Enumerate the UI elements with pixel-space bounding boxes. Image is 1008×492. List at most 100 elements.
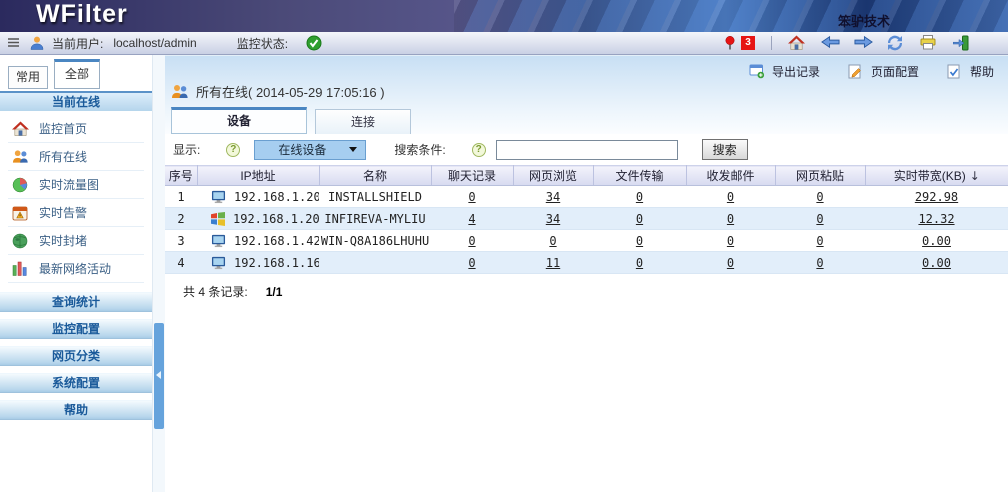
table-row: 3 192.168.1.42 WIN-Q8A186LHUHU 0 0 0 0 0… [165,230,1008,252]
content-tabs: 设备 连接 [171,107,411,134]
device-name [319,252,431,274]
display-help-icon[interactable]: ? [226,143,240,157]
paste-count-link[interactable]: 0 [816,190,823,204]
col-header-bandwidth[interactable]: 实时带宽(KB)↓ [865,166,1008,186]
search-button[interactable]: 搜索 [702,139,748,160]
sidebar-section-query-stats[interactable]: 查询统计 [0,292,152,312]
col-header-name[interactable]: 名称 [319,166,431,186]
content: 导出记录 页面配置 帮助 [165,55,1008,492]
users-icon [12,149,29,165]
mail-count-link[interactable]: 0 [727,256,734,270]
alert-count-badge: 3 [741,36,755,50]
col-header-file[interactable]: 文件传输 [593,166,686,186]
sidebar-menu: 监控首页 所有在线 实时流量图 [0,111,152,283]
sidebar-item-realtime-alert[interactable]: 实时告警 [8,199,144,227]
chat-count-link[interactable]: 0 [468,234,475,248]
display-mode-dropdown[interactable]: 在线设备 [254,140,366,160]
alert-pin[interactable]: 3 [722,35,755,51]
bandwidth-link[interactable]: 292.98 [915,190,958,204]
page-title: 所有在线( 2014-05-29 17:05:16 ) [196,82,385,101]
user-icon [29,35,46,51]
sidebar-item-realtime-block[interactable]: 实时封堵 [8,227,144,255]
table-row: 4 192.168.1.165 0 11 0 0 0 0.00 [165,252,1008,274]
filter-row: 显示: ? 在线设备 搜索条件: ? 搜索 [165,134,1008,165]
col-header-index[interactable]: 序号 [165,166,197,186]
chat-count-link[interactable]: 0 [468,190,475,204]
online-devices-table: 序号 IP地址 名称 聊天记录 网页浏览 文件传输 收发邮件 网页粘贴 实时带宽… [165,165,1008,274]
file-count-link[interactable]: 0 [636,256,643,270]
bandwidth-link[interactable]: 0.00 [922,256,951,270]
tab-devices[interactable]: 设备 [171,107,307,134]
menu-hamburger-icon[interactable] [6,35,23,51]
display-label: 显示: [173,141,200,158]
alert-icon [12,205,29,221]
pin-icon [722,35,739,51]
status-bar: 当前用户: localhost/admin 监控状态: 3 [0,32,1008,55]
mail-count-link[interactable]: 0 [727,212,734,226]
sidebar-item-label: 所有在线 [39,148,87,165]
device-name: WIN-Q8A186LHUHU [319,230,431,252]
sidebar-sections: 查询统计 监控配置 网页分类 系统配置 帮助 [0,292,152,420]
content-header: 导出记录 页面配置 帮助 [165,55,1008,134]
sidebar-tabs: 常用 全部 [0,55,152,89]
web-count-link[interactable]: 34 [546,190,560,204]
sidebar-section-system-config[interactable]: 系统配置 [0,373,152,393]
chat-count-link[interactable]: 4 [468,212,475,226]
bandwidth-link[interactable]: 12.32 [918,212,954,226]
status-right: 3 [722,35,1002,51]
sidebar-item-label: 实时告警 [39,204,87,221]
tab-connections[interactable]: 连接 [315,109,411,134]
paste-count-link[interactable]: 0 [816,212,823,226]
col-header-ip[interactable]: IP地址 [197,166,319,186]
export-records-button[interactable]: 导出记录 [749,63,820,80]
sidebar-item-monitor-home[interactable]: 监控首页 [8,115,144,143]
web-count-link[interactable]: 34 [546,212,560,226]
col-header-web[interactable]: 网页浏览 [513,166,593,186]
paste-count-link[interactable]: 0 [816,234,823,248]
printer-icon[interactable] [920,35,937,51]
chat-count-link[interactable]: 0 [468,256,475,270]
back-arrow-icon[interactable] [821,35,838,51]
device-name: INFIREVA-MYLIU [319,208,431,230]
ip-address: 192.168.1.200 [233,212,319,226]
col-header-paste[interactable]: 网页粘贴 [775,166,865,186]
refresh-icon[interactable] [887,35,904,51]
sidebar-section-help[interactable]: 帮助 [0,400,152,420]
table-row: 2 192.168.1.200 INFIREVA-MYLIU 4 34 0 0 … [165,208,1008,230]
sort-desc-icon: ↓ [970,169,980,183]
sidebar-item-label: 实时封堵 [39,232,87,249]
logout-icon[interactable] [953,35,970,51]
file-count-link[interactable]: 0 [636,234,643,248]
title-row: 所有在线( 2014-05-29 17:05:16 ) [171,82,385,101]
windows-icon [211,212,225,226]
sidebar-tab-all[interactable]: 全部 [54,59,100,89]
home-icon[interactable] [788,35,805,51]
help-button[interactable]: 帮助 [947,63,994,80]
bandwidth-link[interactable]: 0.00 [922,234,951,248]
search-help-icon[interactable]: ? [472,143,486,157]
sidebar-tab-common[interactable]: 常用 [8,66,48,89]
sidebar-section-monitor-config[interactable]: 监控配置 [0,319,152,339]
paste-count-link[interactable]: 0 [816,256,823,270]
online-users-icon [171,84,188,100]
sidebar-item-latest-activity[interactable]: 最新网络活动 [8,255,144,283]
col-header-chat[interactable]: 聊天记录 [431,166,513,186]
web-count-link[interactable]: 0 [549,234,556,248]
content-toolbar: 导出记录 页面配置 帮助 [749,63,994,80]
sidebar-section-current-online[interactable]: 当前在线 [0,91,152,111]
page-config-button[interactable]: 页面配置 [848,63,919,80]
mail-count-link[interactable]: 0 [727,234,734,248]
sidebar-section-web-category[interactable]: 网页分类 [0,346,152,366]
file-count-link[interactable]: 0 [636,212,643,226]
search-input[interactable] [496,140,678,160]
sidebar-collapse-handle[interactable] [154,323,164,429]
sidebar-item-all-online[interactable]: 所有在线 [8,143,144,171]
mail-count-link[interactable]: 0 [727,190,734,204]
col-header-mail[interactable]: 收发邮件 [686,166,775,186]
web-count-link[interactable]: 11 [546,256,560,270]
page-number: 1/1 [266,285,283,299]
forward-arrow-icon[interactable] [854,35,871,51]
file-count-link[interactable]: 0 [636,190,643,204]
current-user-label: 当前用户: [52,35,103,52]
sidebar-item-realtime-traffic[interactable]: 实时流量图 [8,171,144,199]
